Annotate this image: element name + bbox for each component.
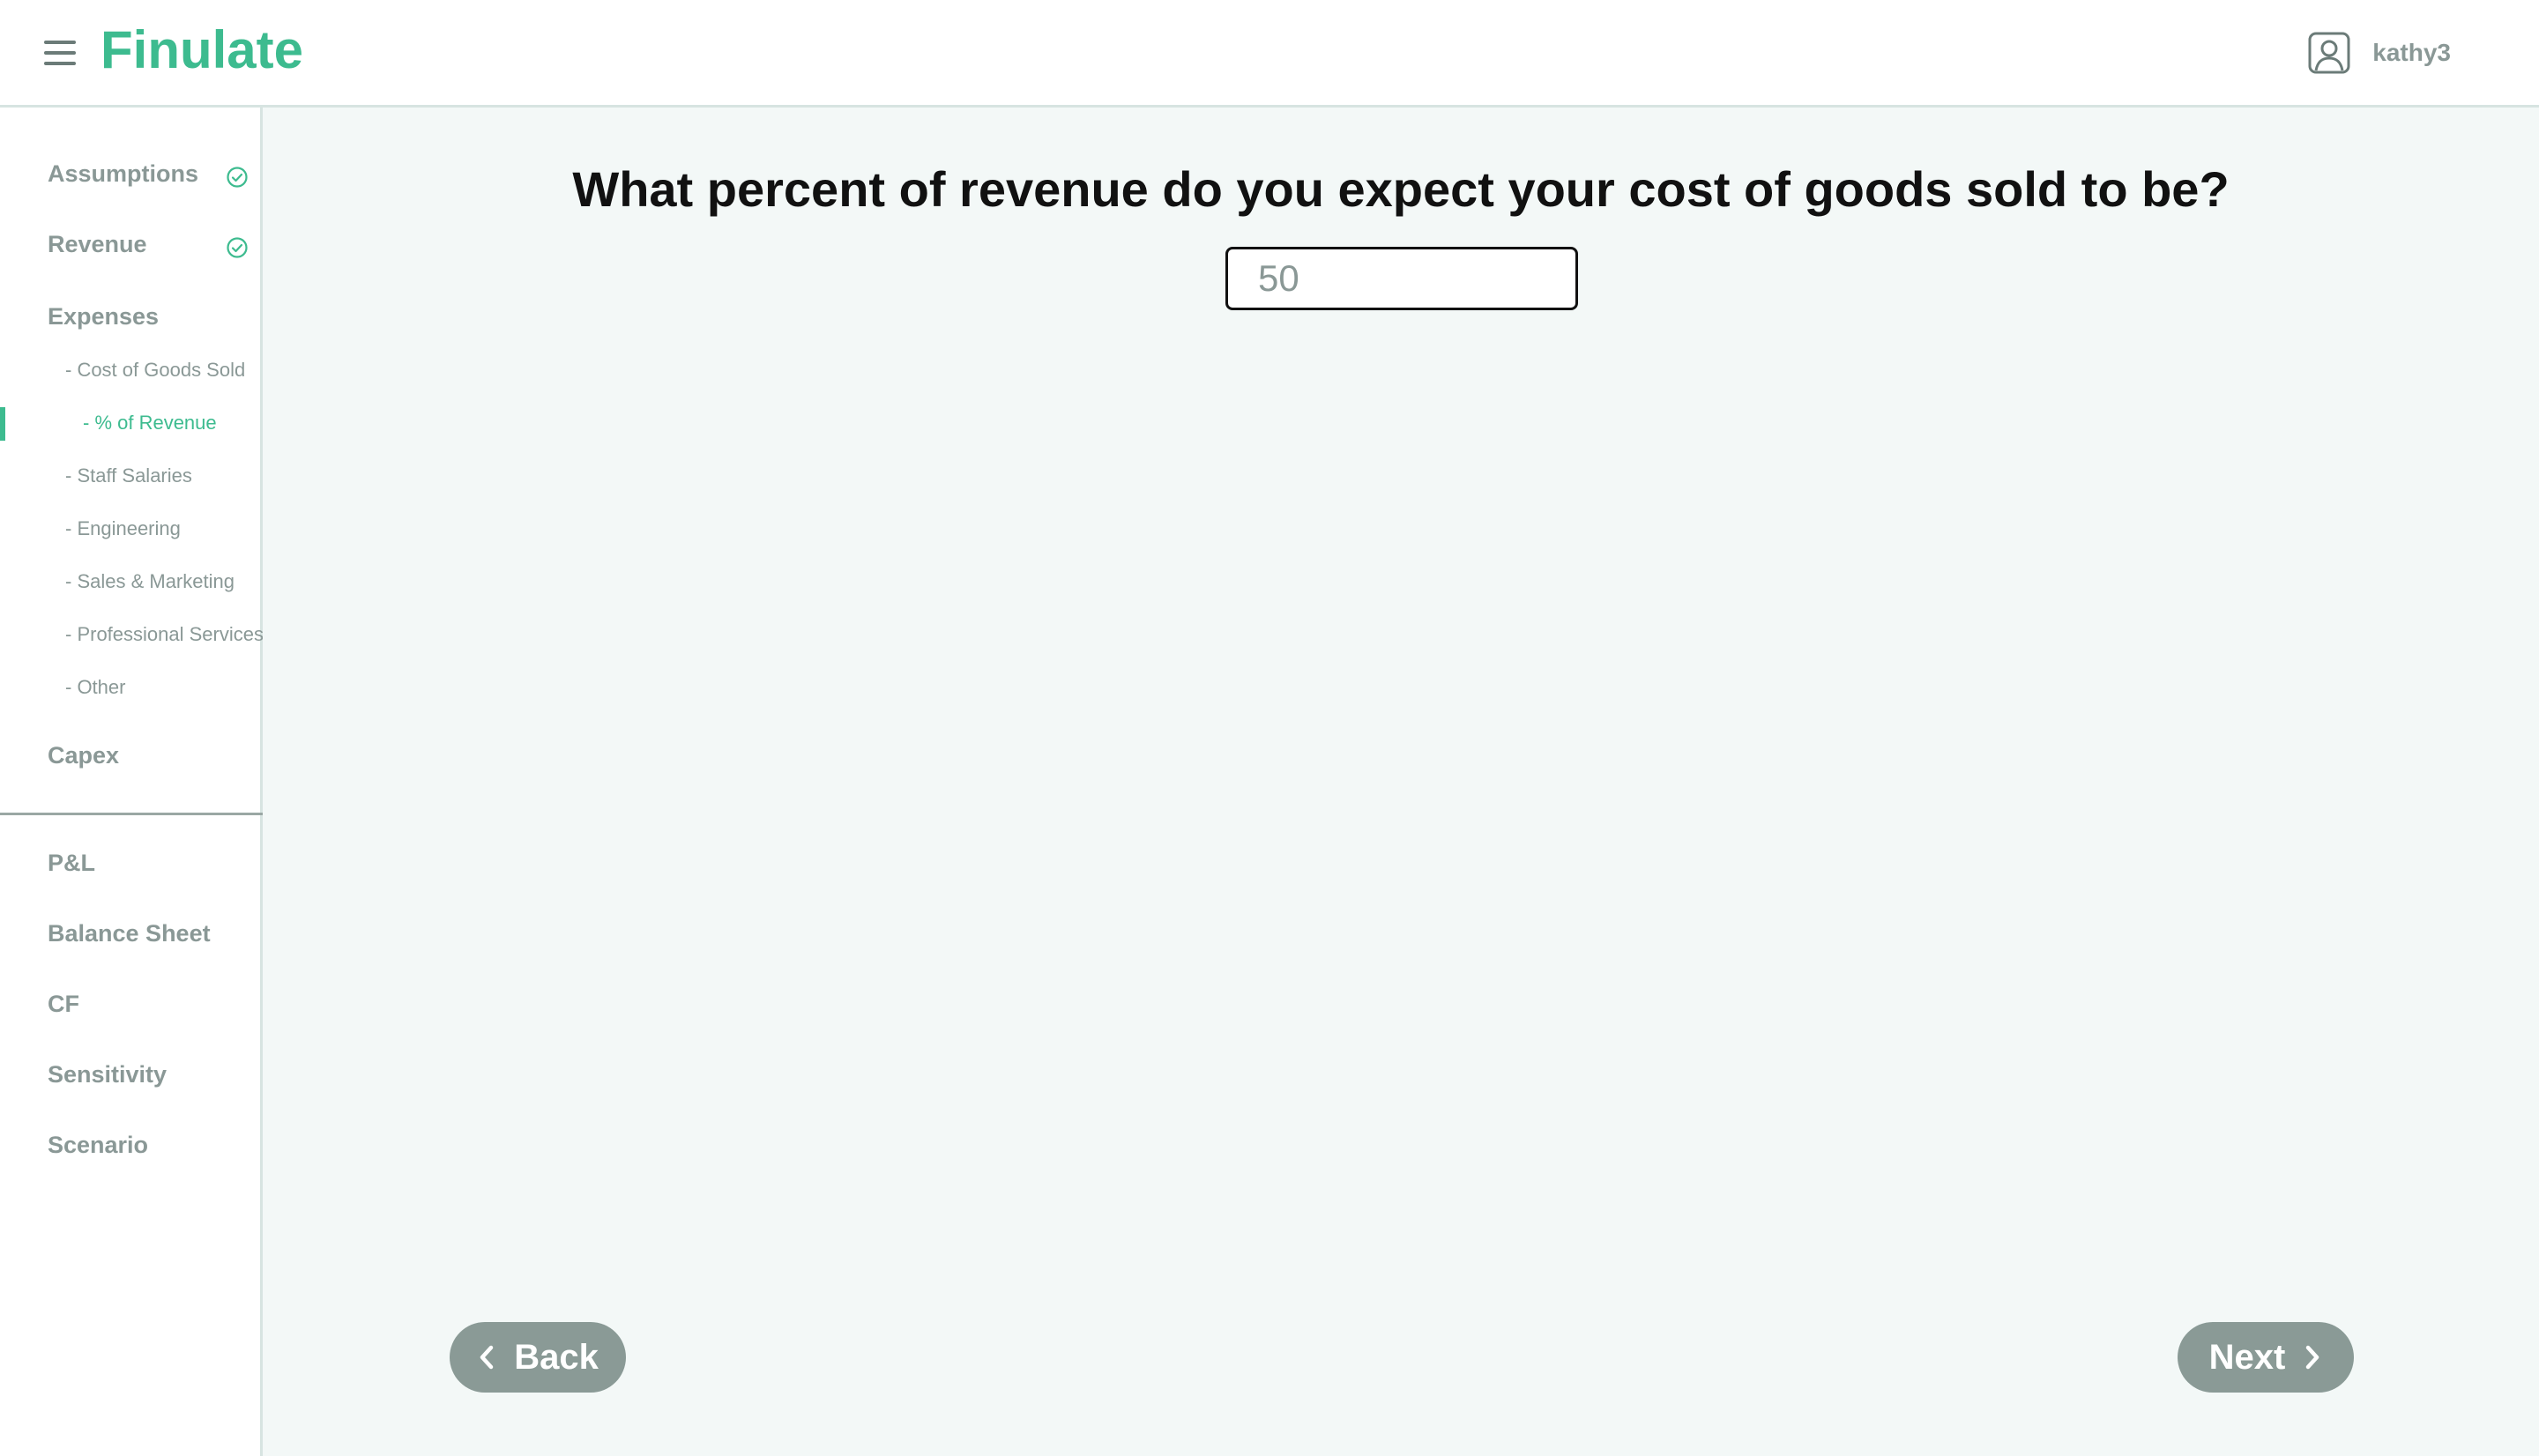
sidebar: Assumptions Revenue Expenses - Cost of G… xyxy=(0,108,264,1456)
sidebar-divider xyxy=(0,813,263,815)
sidebar-item-capex[interactable]: Capex xyxy=(48,742,119,769)
back-button[interactable]: Back xyxy=(450,1322,626,1393)
sidebar-subitem-staff-salaries[interactable]: - Staff Salaries xyxy=(65,464,192,487)
user-menu[interactable]: kathy3 xyxy=(2307,30,2451,76)
sidebar-item-balance-sheet[interactable]: Balance Sheet xyxy=(48,920,211,947)
sidebar-item-expenses[interactable]: Expenses xyxy=(48,303,159,331)
main-content: What percent of revenue do you expect yo… xyxy=(263,108,2539,1456)
username-label: kathy3 xyxy=(2372,39,2451,66)
hamburger-menu-icon[interactable] xyxy=(44,41,76,65)
next-button[interactable]: Next xyxy=(2178,1322,2354,1393)
sidebar-item-scenario[interactable]: Scenario xyxy=(48,1132,148,1159)
sidebar-subitem-other[interactable]: - Other xyxy=(65,676,125,699)
chevron-right-icon xyxy=(2306,1345,2319,1370)
check-circle-icon xyxy=(227,237,248,258)
sidebar-item-sensitivity[interactable]: Sensitivity xyxy=(48,1061,167,1088)
sidebar-subitem-professional-services[interactable]: - Professional Services xyxy=(65,623,264,646)
back-button-label: Back xyxy=(514,1337,599,1377)
next-button-label: Next xyxy=(2208,1337,2286,1377)
question-heading: What percent of revenue do you expect yo… xyxy=(572,161,2230,217)
sidebar-subitem-percent-of-revenue[interactable]: - % of Revenue xyxy=(83,412,217,435)
chevron-left-icon xyxy=(480,1345,494,1370)
sidebar-subitem-engineering[interactable]: - Engineering xyxy=(65,517,181,540)
active-item-indicator xyxy=(0,407,5,441)
sidebar-item-pl[interactable]: P&L xyxy=(48,850,95,877)
sidebar-subitem-cost-of-goods-sold[interactable]: - Cost of Goods Sold xyxy=(65,359,245,382)
percent-input[interactable] xyxy=(1225,247,1578,310)
check-circle-icon xyxy=(227,167,248,188)
sidebar-subitem-sales-marketing[interactable]: - Sales & Marketing xyxy=(65,570,235,593)
sidebar-item-assumptions[interactable]: Assumptions xyxy=(48,160,198,188)
sidebar-item-revenue[interactable]: Revenue xyxy=(48,231,147,258)
user-icon xyxy=(2308,32,2350,74)
top-header: Finulate kathy3 xyxy=(0,0,2539,108)
app-logo[interactable]: Finulate xyxy=(101,19,303,80)
sidebar-item-cf[interactable]: CF xyxy=(48,991,79,1018)
